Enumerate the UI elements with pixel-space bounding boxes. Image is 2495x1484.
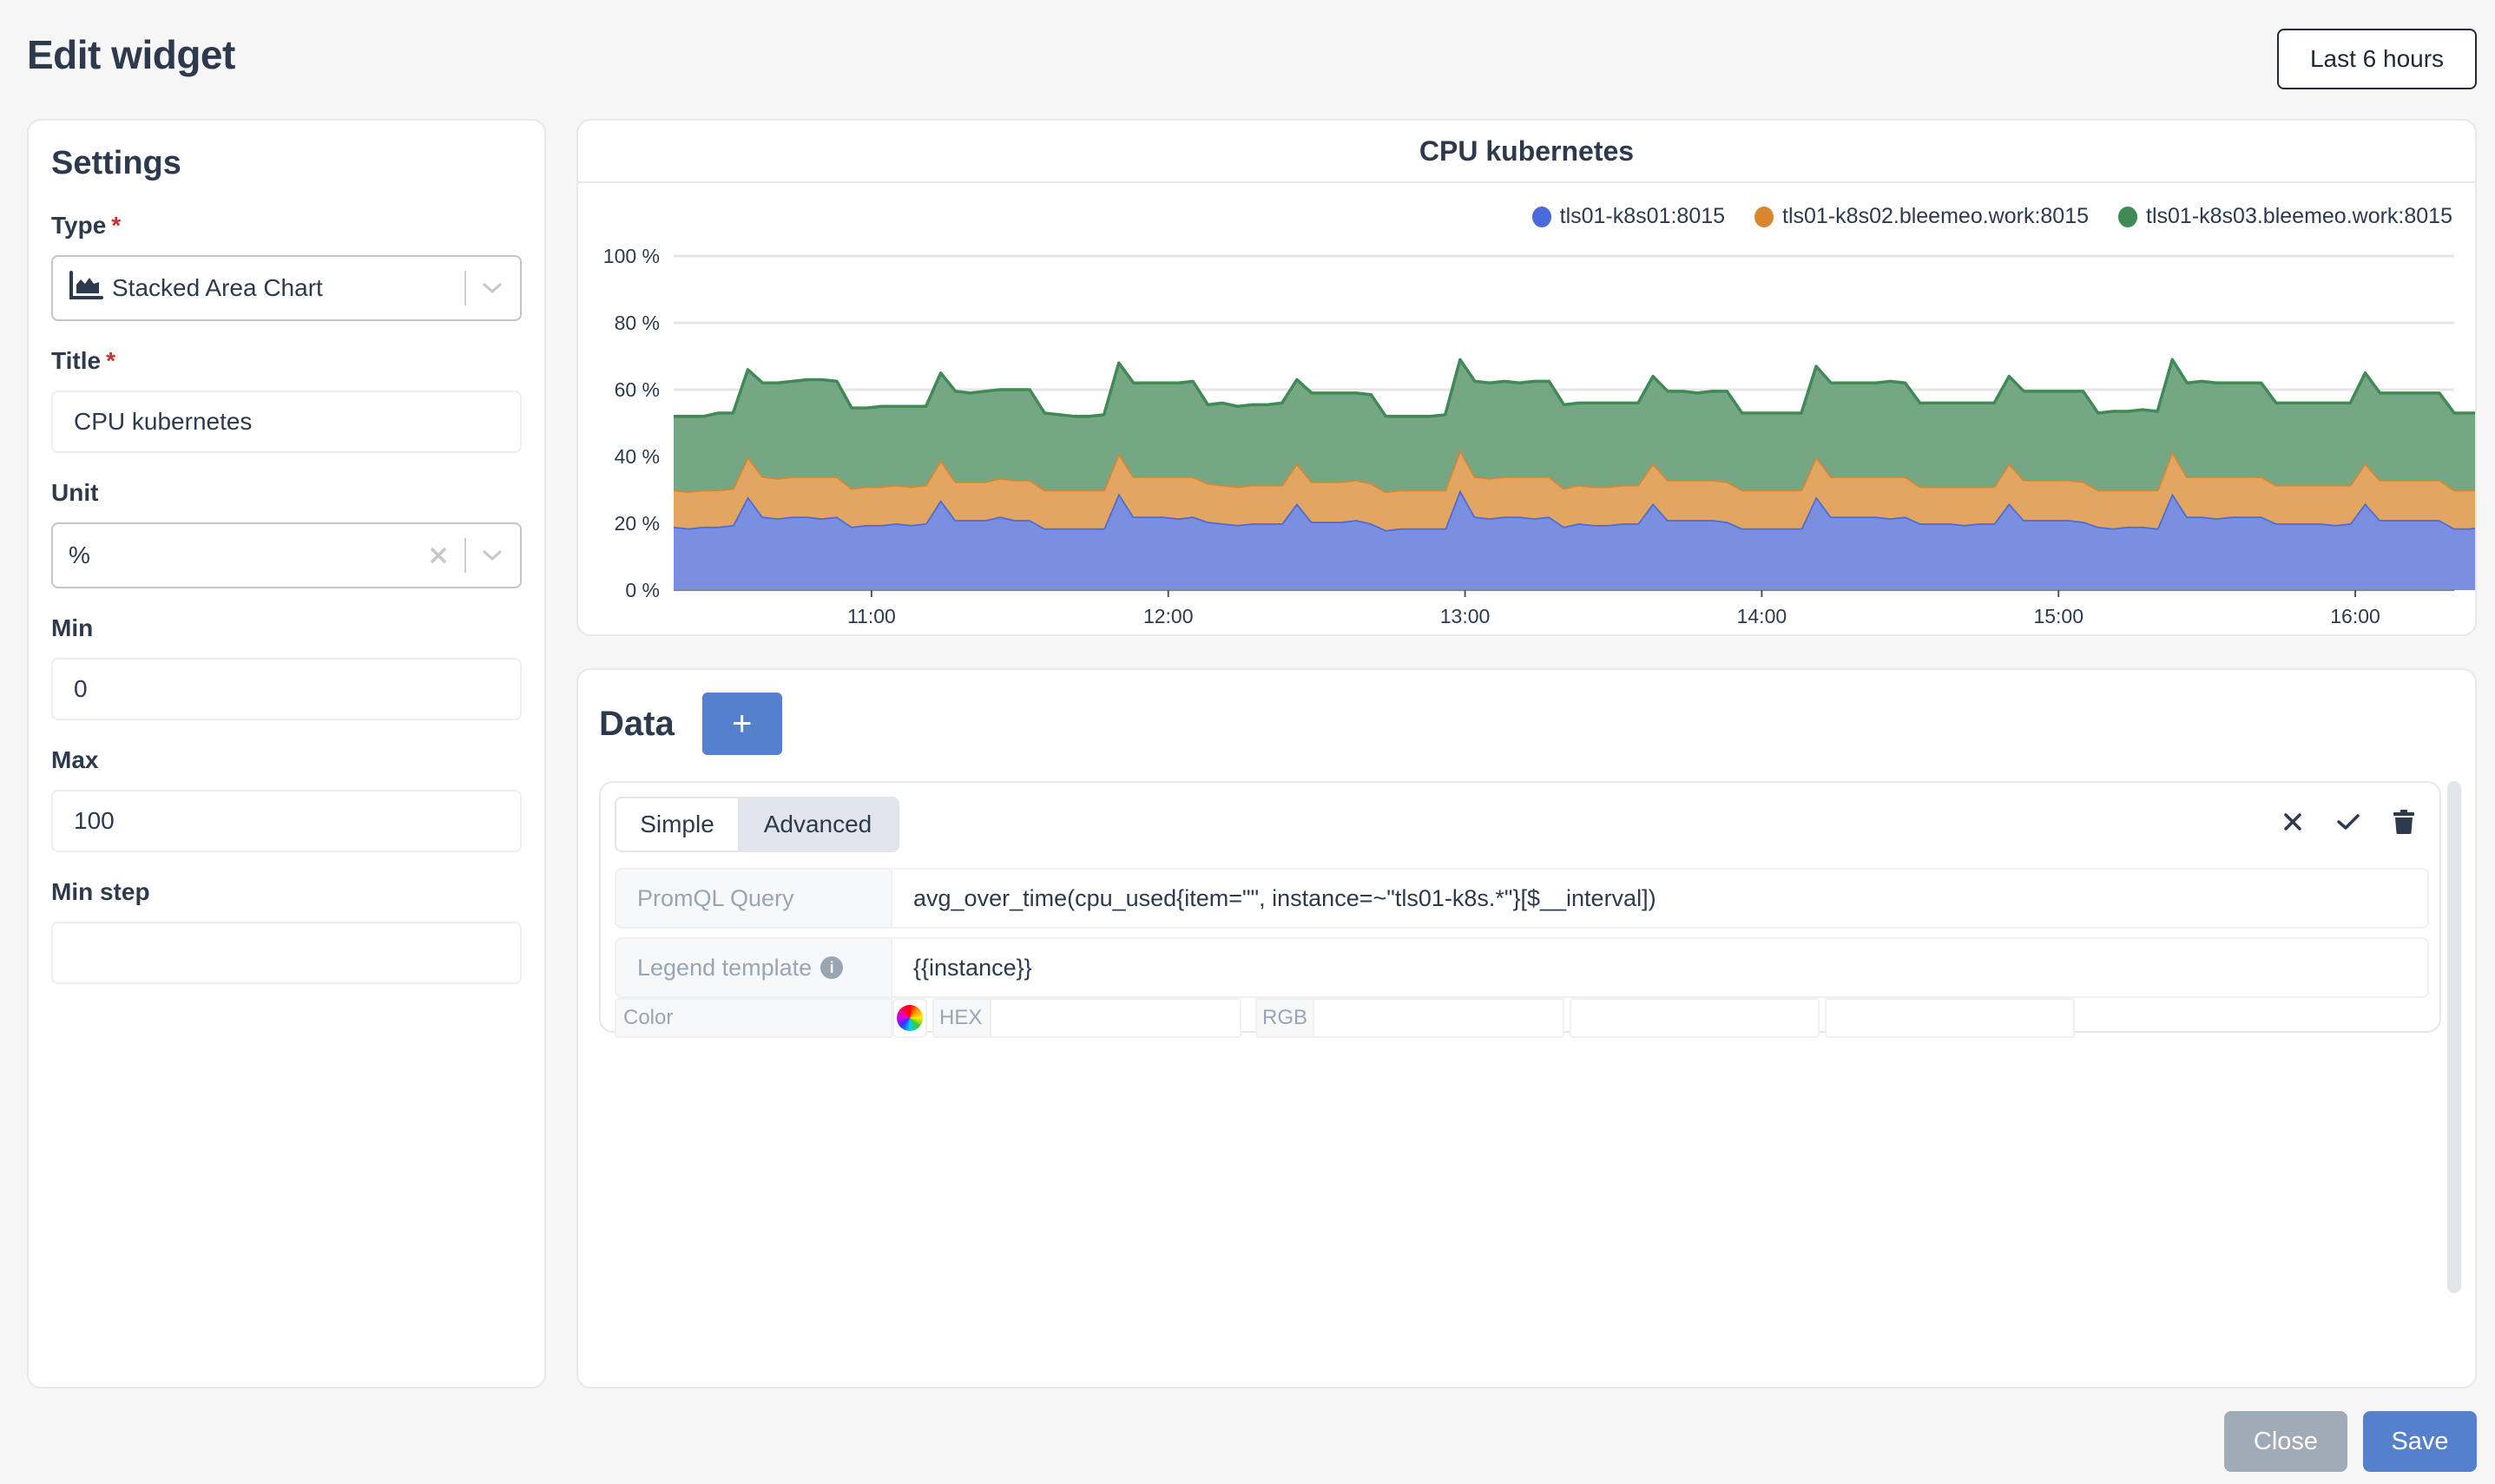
legend-template-row: Legend template i {{instance}} [615,937,2429,998]
unit-value: % [69,542,90,568]
select-separator [464,538,466,573]
legend-template-input[interactable]: {{instance}} [892,937,2429,998]
min-label: Min [51,614,94,641]
trash-icon[interactable] [2389,807,2419,837]
promql-row: PromQL Query avg_over_time(cpu_used{item… [615,868,2429,929]
unit-label: Unit [51,479,99,506]
mode-toggle: Simple Advanced [615,797,899,852]
chevron-down-icon[interactable] [480,276,504,300]
y-tick-label: 100 % [603,245,660,267]
tab-advanced[interactable]: Advanced [738,798,898,850]
type-label: Type * [51,212,522,240]
hex-input[interactable] [991,1000,1240,1036]
clear-icon[interactable] [426,543,451,568]
check-icon[interactable] [2334,807,2363,837]
info-icon[interactable]: i [820,956,844,979]
settings-heading: Settings [51,145,181,181]
color-wheel-icon [897,1005,923,1031]
area-chart-icon [69,270,103,306]
min-step-label: Min step [51,878,150,905]
required-mark: * [111,212,122,239]
page-title: Edit widget [27,32,235,77]
x-tick-label: 11:00 [847,605,896,627]
stacked-area-chart[interactable]: 0 % 20 % 40 % 60 % 80 % 100 % 11:00 12:00 13:00 1… [578,121,2475,634]
color-row: Color HEX RGB [615,998,2075,1038]
y-tick-label: 80 % [615,312,660,334]
title-label: Title * [51,347,522,375]
rgb-label: RGB [1257,1000,1314,1036]
required-mark: * [106,347,115,374]
tab-simple[interactable]: Simple [616,798,738,850]
rgb-field: RGB [1255,998,1564,1038]
select-separator [464,271,466,305]
max-input[interactable]: 100 [51,790,522,852]
save-button[interactable]: Save [2363,1411,2477,1472]
scrollbar[interactable] [2447,781,2461,1293]
title-label-text: Title [51,347,102,374]
x-tick-label: 15:00 [2033,605,2084,627]
type-value: Stacked Area Chart [112,274,323,301]
y-tick-label: 40 % [615,445,660,468]
settings-panel: Settings Type * Stacked Area Chart Title *… [27,119,546,1389]
y-tick-label: 0 % [625,579,660,601]
hex-field: HEX [932,998,1241,1038]
legend-template-label: Legend template i [615,937,892,998]
data-heading: Data [599,704,675,743]
data-panel: Data + Simple Advanced PromQL Query avg_… [576,668,2477,1389]
x-tick-label: 12:00 [1143,605,1194,627]
legend-template-label-text: Legend template [637,954,813,981]
y-tick-label: 20 % [615,512,660,535]
y-tick-label: 60 % [615,378,660,401]
close-icon[interactable] [2278,807,2307,837]
color-picker-button[interactable] [892,998,927,1038]
color-label: Color [615,998,892,1038]
title-input[interactable]: CPU kubernetes [51,391,522,453]
unit-select[interactable]: % [51,522,522,588]
x-tick-label: 16:00 [2330,605,2380,627]
rgb-r-input[interactable] [1314,1000,1563,1036]
close-button[interactable]: Close [2224,1411,2347,1472]
x-tick-label: 13:00 [1440,605,1491,627]
min-step-input[interactable] [51,922,522,984]
chart-panel: CPU kubernetes tls01-k8s01:8015 tls01-k8… [576,119,2477,636]
query-card: Simple Advanced PromQL Query avg_over_ti… [599,781,2441,1038]
add-query-button[interactable]: + [701,693,782,755]
type-select[interactable]: Stacked Area Chart [51,255,522,321]
type-label-text: Type [51,212,107,239]
max-label: Max [51,746,99,773]
time-range-button[interactable]: Last 6 hours [2277,29,2477,89]
promql-label: PromQL Query [615,868,892,929]
min-input[interactable]: 0 [51,658,522,720]
chevron-down-icon[interactable] [480,543,504,568]
hex-label: HEX [934,1000,991,1036]
rgb-b-input[interactable] [1825,998,2075,1038]
rgb-g-input[interactable] [1570,998,1820,1038]
promql-input[interactable]: avg_over_time(cpu_used{item="", instance… [892,868,2429,929]
x-tick-label: 14:00 [1737,605,1787,627]
